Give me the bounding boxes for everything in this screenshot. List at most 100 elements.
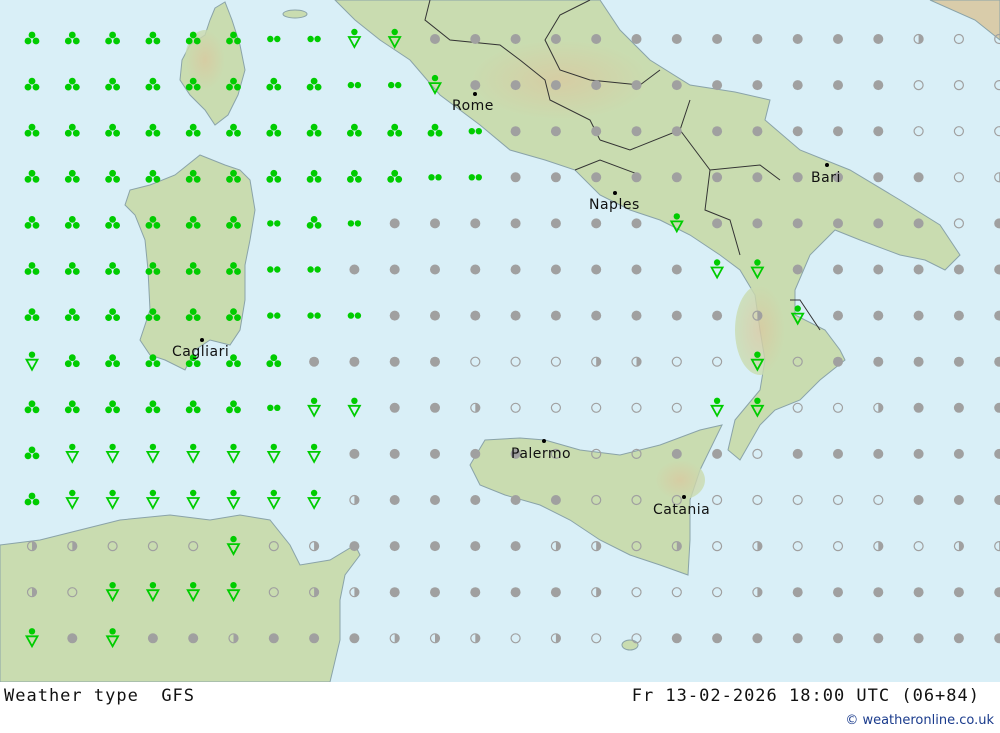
- overcast-symbol: [994, 264, 1000, 275]
- overcast-symbol: [510, 218, 521, 229]
- city-dot-rome: [473, 92, 477, 96]
- overcast-symbol: [349, 448, 360, 459]
- overcast-symbol: [510, 310, 521, 321]
- overcast-symbol: [268, 633, 279, 644]
- half-cloud-symbol: [873, 402, 884, 413]
- clear-symbol: [510, 633, 521, 644]
- credit-link[interactable]: © weatheronline.co.uk: [845, 713, 994, 728]
- clear-symbol: [792, 402, 803, 413]
- overcast-symbol: [550, 80, 561, 91]
- overcast-symbol: [712, 172, 723, 183]
- clear-symbol: [711, 587, 723, 598]
- clear-symbol: [994, 33, 1000, 45]
- snow-cluster-symbol: [24, 216, 40, 229]
- half-cloud-symbol: [429, 633, 441, 644]
- overcast-symbol: [591, 172, 602, 183]
- snow-cluster-symbol: [185, 123, 201, 137]
- overcast-symbol: [792, 126, 803, 137]
- snow-cluster-symbol: [145, 123, 161, 137]
- half-cloud-symbol: [470, 402, 481, 413]
- half-cloud-symbol: [550, 633, 562, 644]
- clear-symbol: [631, 587, 642, 598]
- clear-symbol: [67, 587, 78, 598]
- snow-cluster-symbol: [105, 262, 120, 275]
- overcast-symbol: [792, 264, 803, 275]
- overcast-symbol: [510, 264, 521, 275]
- overcast-symbol: [309, 356, 320, 367]
- clear-symbol: [510, 402, 521, 413]
- overcast-symbol: [591, 264, 602, 275]
- half-cloud-symbol: [309, 587, 320, 598]
- snow-shower-symbol: [710, 259, 725, 280]
- overcast-symbol: [712, 80, 723, 91]
- clear-symbol: [913, 126, 924, 137]
- snow-cluster-symbol: [226, 169, 241, 183]
- overcast-symbol: [833, 80, 843, 91]
- snow-shower-symbol: [307, 489, 322, 510]
- overcast-symbol: [712, 218, 723, 229]
- overcast-symbol: [833, 448, 843, 459]
- overcast-symbol: [389, 310, 400, 321]
- snow-cluster-symbol: [185, 400, 201, 414]
- clear-symbol: [711, 494, 723, 506]
- overcast-symbol: [591, 34, 602, 44]
- snow-cluster-symbol: [64, 400, 80, 414]
- overcast-symbol: [631, 218, 642, 229]
- overcast-symbol: [953, 402, 964, 413]
- overcast-symbol: [752, 218, 763, 229]
- half-cloud-symbol: [67, 540, 78, 552]
- overcast-symbol: [550, 264, 561, 275]
- snow-cluster-symbol: [145, 400, 161, 414]
- overcast-symbol: [309, 633, 320, 644]
- snow-shower-symbol: [750, 259, 765, 280]
- city-label-bari: Bari: [811, 170, 841, 186]
- overcast-symbol: [671, 264, 682, 275]
- snow-cluster-symbol: [226, 308, 241, 321]
- snow-cluster-symbol: [105, 400, 120, 414]
- overcast-symbol: [994, 587, 1000, 598]
- overcast-symbol: [913, 264, 924, 275]
- snow-cluster-symbol: [387, 169, 403, 183]
- snow-cluster-symbol: [306, 169, 322, 183]
- snow-cluster-symbol: [105, 123, 120, 137]
- overcast-symbol: [873, 80, 884, 91]
- half-cloud-symbol: [591, 540, 602, 552]
- snow-cluster-symbol: [64, 169, 80, 183]
- overcast-symbol: [510, 126, 521, 137]
- overcast-symbol: [671, 126, 682, 137]
- snow-shower-symbol: [145, 582, 160, 603]
- valid-time: Fr 13-02-2026 18:00 UTC (06+84): [631, 686, 980, 706]
- overcast-symbol: [913, 402, 924, 413]
- overcast-symbol: [430, 587, 440, 598]
- snow-cluster-symbol: [145, 354, 161, 368]
- clear-symbol: [711, 540, 723, 552]
- overcast-symbol: [430, 495, 440, 505]
- overcast-symbol: [792, 34, 803, 44]
- overcast-symbol: [470, 80, 481, 91]
- overcast-symbol: [510, 587, 521, 598]
- snow-shower-symbol: [226, 443, 241, 464]
- clear-symbol: [792, 356, 803, 367]
- weather-symbols-layer: [24, 28, 1000, 649]
- snow-shower-symbol: [186, 582, 201, 603]
- half-cloud-symbol: [591, 356, 602, 367]
- overcast-symbol: [470, 495, 481, 505]
- overcast-symbol: [389, 218, 400, 229]
- snow-shower-symbol: [307, 397, 322, 418]
- snow-double-dot-symbol: [468, 128, 482, 135]
- overcast-symbol: [470, 264, 481, 275]
- snow-double-dot-symbol: [388, 81, 402, 89]
- snow-shower-symbol: [105, 443, 120, 464]
- snow-double-dot-symbol: [267, 404, 281, 411]
- snow-cluster-symbol: [185, 216, 201, 229]
- overcast-symbol: [470, 541, 481, 552]
- overcast-symbol: [631, 80, 642, 91]
- clear-symbol: [631, 494, 642, 506]
- snow-cluster-symbol: [266, 123, 282, 137]
- snow-cluster-symbol: [145, 262, 161, 275]
- city-label-rome: Rome: [452, 98, 494, 114]
- overcast-symbol: [671, 34, 682, 44]
- clear-symbol: [832, 402, 844, 413]
- overcast-symbol: [470, 310, 481, 321]
- snow-shower-symbol: [105, 628, 120, 649]
